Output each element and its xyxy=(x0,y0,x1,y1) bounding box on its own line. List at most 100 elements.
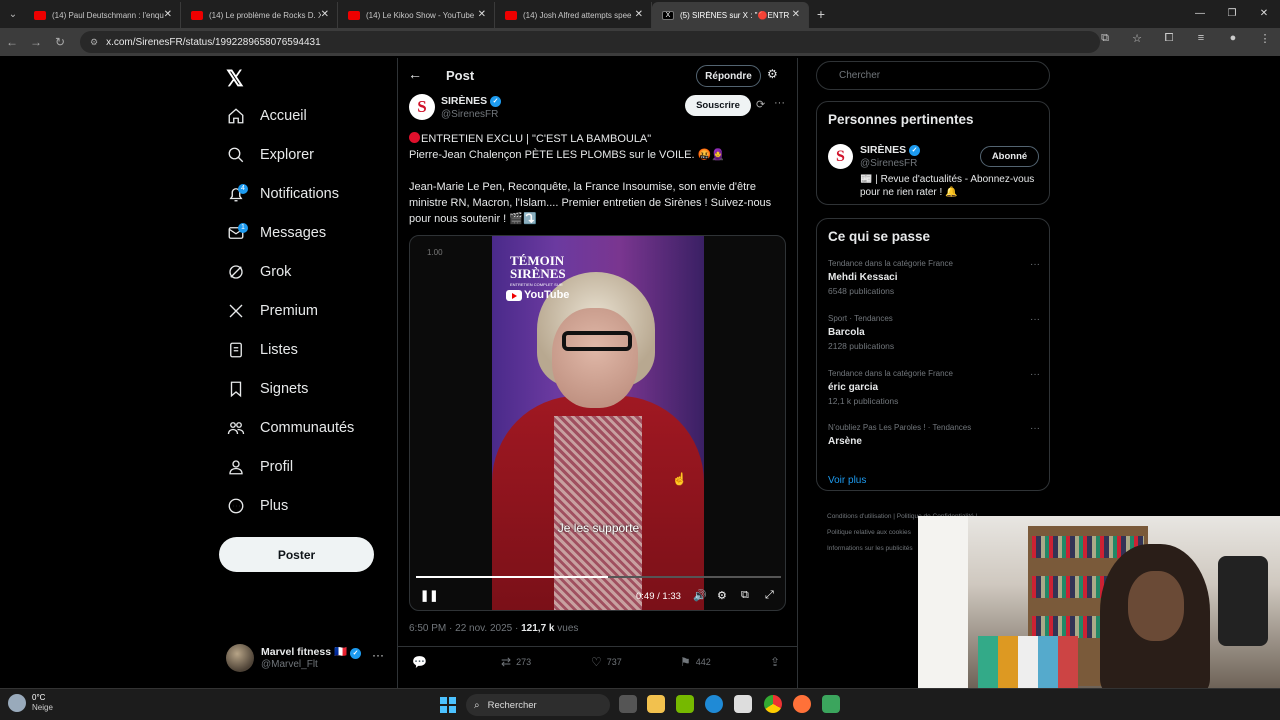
windows-start-icon[interactable] xyxy=(440,697,456,713)
pause-icon[interactable]: ❚❚ xyxy=(420,589,438,602)
task-view-icon[interactable] xyxy=(619,695,637,713)
nav-messages[interactable]: 1 Messages xyxy=(226,218,326,248)
tab-2[interactable]: (14) Le problème de Rocks D. X ✕ xyxy=(181,2,338,28)
relevant-handle[interactable]: @SirenesFR xyxy=(860,158,917,169)
nav-label: Messages xyxy=(260,225,327,241)
more-horizontal-icon[interactable]: ··· xyxy=(1030,259,1040,270)
search-input[interactable] xyxy=(816,61,1050,90)
close-window-icon[interactable]: ✕ xyxy=(1248,0,1280,28)
trend-item[interactable]: Tendance dans la catégorie France éric ga… xyxy=(828,369,1040,414)
post-button[interactable]: Poster xyxy=(219,537,374,572)
extensions-icon[interactable]: ⧠ xyxy=(1158,32,1180,45)
nav-premium[interactable]: Premium xyxy=(226,296,318,326)
new-tab-icon[interactable]: + xyxy=(809,6,833,22)
more-horizontal-icon[interactable]: ··· xyxy=(1030,423,1040,434)
account-switcher[interactable]: Marvel fitness 🇫🇷 ✓ @Marvel_Flt ··· xyxy=(226,642,386,674)
close-tab-icon[interactable]: ✕ xyxy=(635,9,643,20)
bookmark-action[interactable]: ⚑ 442 xyxy=(680,655,711,669)
subscribe-button[interactable]: Souscrire xyxy=(685,95,751,116)
search-icon xyxy=(226,145,246,165)
nav-lists[interactable]: Listes xyxy=(226,335,298,365)
tab-5-active[interactable]: X (5) SIRÈNES sur X : "🔴ENTR ✕ xyxy=(652,2,809,28)
relevant-name[interactable]: SIRÈNES ✓ xyxy=(860,144,921,156)
close-tab-icon[interactable]: ✕ xyxy=(321,9,329,20)
like-action[interactable]: ♡ 737 xyxy=(591,655,622,669)
install-app-icon[interactable]: ⧉ xyxy=(1094,32,1116,45)
trend-item[interactable]: Sport · Tendances Barcola 2128 publication… xyxy=(828,314,1040,359)
taskbar-search[interactable]: ⌕ Rechercher xyxy=(466,694,610,716)
reading-list-icon[interactable]: ≡ xyxy=(1190,32,1212,45)
video-progress-fill xyxy=(416,576,609,578)
firefox-icon[interactable] xyxy=(793,695,811,713)
trend-item[interactable]: N'oubliez Pas Les Paroles ! · Tendances A… xyxy=(828,423,1040,468)
more-horizontal-icon[interactable]: ··· xyxy=(1030,314,1040,325)
mouse-cursor-icon: ☝ xyxy=(672,472,687,486)
share-action[interactable]: ⇪ xyxy=(770,655,785,669)
maximize-icon[interactable]: ❐ xyxy=(1216,0,1248,28)
tab-4[interactable]: (14) Josh Alfred attempts spee ✕ xyxy=(495,2,652,28)
nav-profile[interactable]: Profil xyxy=(226,452,293,482)
nav-grok[interactable]: Grok xyxy=(226,257,291,287)
url-field[interactable]: ⚙ x.com/SirenesFR/status/199228965807659… xyxy=(80,31,1100,53)
menu-icon[interactable]: ⋮ xyxy=(1254,32,1276,45)
author-avatar[interactable]: S xyxy=(409,94,435,120)
back-arrow-icon[interactable]: ← xyxy=(408,66,422,82)
forward-icon[interactable]: → xyxy=(24,35,48,49)
tab-1[interactable]: (14) Paul Deutschmann : l'enquête ✕ xyxy=(24,2,181,28)
show-more-link[interactable]: Voir plus xyxy=(828,475,866,486)
author-name[interactable]: SIRÈNES ✓ xyxy=(441,95,502,107)
author-handle[interactable]: @SirenesFR xyxy=(441,109,498,120)
bookmark-star-icon[interactable]: ☆ xyxy=(1126,32,1148,45)
grok-explain-icon[interactable]: ⟳ xyxy=(756,98,765,111)
x-logo-icon[interactable]: 𝕏 xyxy=(226,66,244,92)
nav-explore[interactable]: Explorer xyxy=(226,140,314,170)
video-progress-bar[interactable] xyxy=(416,576,781,578)
reply-button[interactable]: Répondre xyxy=(696,65,761,87)
mail-icon: 1 xyxy=(226,223,248,243)
close-tab-icon[interactable]: ✕ xyxy=(164,9,172,20)
nav-home[interactable]: Accueil xyxy=(226,101,307,131)
taskbar-search-label: Rechercher xyxy=(487,699,537,711)
more-horizontal-icon[interactable]: ··· xyxy=(1030,369,1040,380)
video-player[interactable]: 1.00 TÉMOIN SIRÈNES ENTRETIEN COMPLET SUR… xyxy=(409,235,786,611)
edge-icon[interactable] xyxy=(705,695,723,713)
profile-icon[interactable]: ● xyxy=(1222,32,1244,45)
reload-icon[interactable]: ↻ xyxy=(48,35,72,49)
reply-action[interactable]: 💬 xyxy=(412,655,432,669)
post-timestamp[interactable]: 6:50 PM · 22 nov. 2025 · xyxy=(409,623,521,634)
nav-bookmarks[interactable]: Signets xyxy=(226,374,308,404)
nav-communities[interactable]: Communautés xyxy=(226,413,354,443)
repost-count: 273 xyxy=(516,657,532,667)
following-button[interactable]: Abonné xyxy=(980,146,1039,167)
close-tab-icon[interactable]: ✕ xyxy=(478,9,486,20)
site-info-icon[interactable]: ⚙ xyxy=(90,37,98,48)
more-options-icon[interactable]: ··· xyxy=(774,97,785,109)
tab-search-icon[interactable]: ⌄ xyxy=(2,3,24,25)
trend-item[interactable]: Tendance dans la catégorie France Mehdi K… xyxy=(828,259,1040,304)
nav-label: Signets xyxy=(260,381,309,397)
nav-notifications[interactable]: 4 Notifications xyxy=(226,179,339,209)
app-icon[interactable] xyxy=(822,695,840,713)
nav-label: Explorer xyxy=(260,147,314,163)
settings-sliders-icon[interactable]: ⚙ xyxy=(767,67,778,81)
file-explorer-icon[interactable] xyxy=(647,695,665,713)
minimize-icon[interactable]: — xyxy=(1184,0,1216,28)
fullscreen-icon[interactable]: ⤢ xyxy=(765,589,774,602)
repost-icon: ⇄ xyxy=(501,655,512,669)
nvidia-icon[interactable] xyxy=(676,695,694,713)
chrome-icon[interactable] xyxy=(764,695,782,713)
picture-in-picture-icon[interactable]: ⧉ xyxy=(741,589,749,602)
nav-label: Accueil xyxy=(260,108,307,124)
webcam-face xyxy=(1128,571,1184,641)
volume-icon[interactable]: 🔊 xyxy=(693,589,707,602)
nav-more[interactable]: Plus xyxy=(226,491,288,521)
avatar[interactable]: S xyxy=(828,144,853,169)
back-icon[interactable]: ← xyxy=(0,35,24,49)
repost-action[interactable]: ⇄ 273 xyxy=(501,655,531,669)
settings-gear-icon[interactable]: ⚙ xyxy=(717,589,727,602)
more-horizontal-icon[interactable]: ··· xyxy=(372,648,384,662)
close-tab-icon[interactable]: ✕ xyxy=(792,9,800,20)
tab-3[interactable]: (14) Le Kikoo Show - YouTube ✕ xyxy=(338,2,495,28)
weather-widget[interactable]: 0°C Neige xyxy=(8,693,53,713)
store-icon[interactable] xyxy=(734,695,752,713)
